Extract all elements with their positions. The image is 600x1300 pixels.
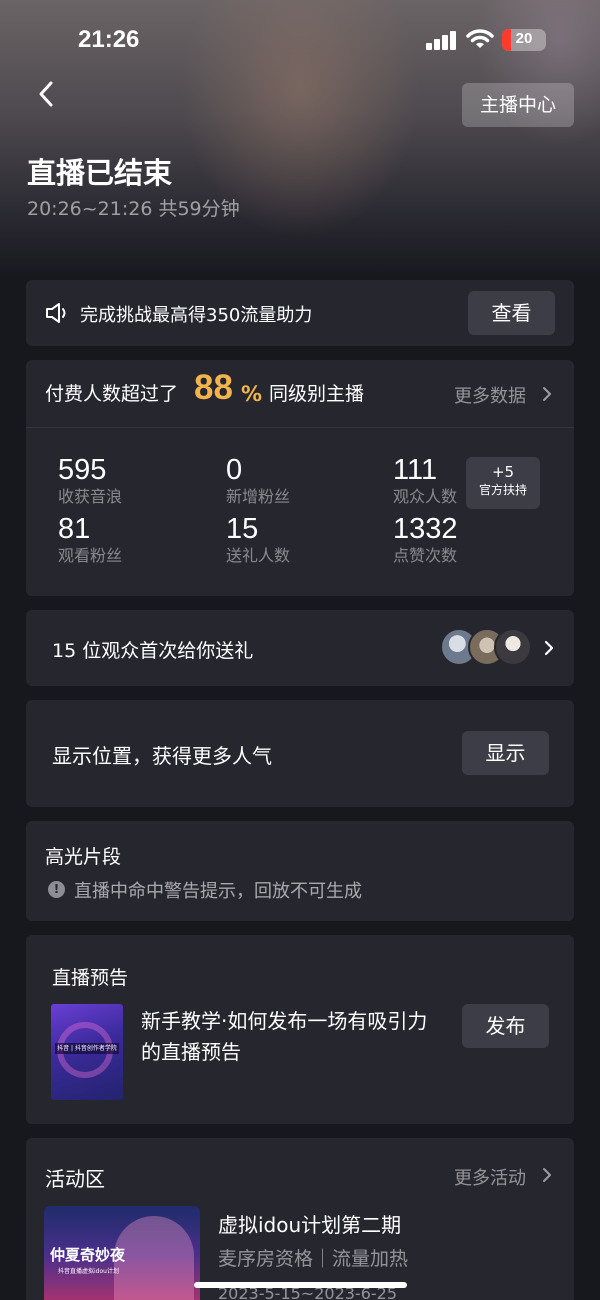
stat-value: 1332 [393, 513, 458, 545]
first-gifters-text: 15 位观众首次给你送礼 [52, 640, 254, 662]
chevron-right-icon[interactable] [542, 640, 556, 656]
stats-rest-text: 同级别主播 [269, 383, 365, 405]
stat-new-fans: 0 新增粉丝 [226, 454, 290, 508]
battery-level: 20 [515, 30, 533, 47]
banner-subtitle: 抖音直播虚拟idou计划 [58, 1268, 119, 1275]
challenge-text: 完成挑战最高得350流量助力 [80, 305, 313, 326]
chevron-right-icon[interactable] [540, 386, 554, 402]
banner-title: 仲夏奇妙夜 [50, 1246, 126, 1264]
publish-button[interactable]: 发布 [462, 1004, 549, 1048]
anchor-center-button[interactable]: 主播中心 [462, 83, 574, 127]
stat-value: 81 [58, 513, 91, 545]
paid-percent-value: 88 [194, 368, 233, 407]
stat-label: 收获音浪 [58, 487, 123, 506]
activity-item-subtitle: 麦序房资格｜流量加热 [218, 1248, 409, 1270]
first-gifters-card[interactable]: 15 位观众首次给你送礼 [26, 610, 574, 686]
stat-likes: 1332 点赞次数 [393, 513, 458, 567]
stat-coins: 595 收获音浪 [58, 454, 122, 508]
more-data-link[interactable]: 更多数据 [454, 382, 526, 408]
chevron-right-icon[interactable] [540, 1167, 554, 1183]
highlights-card: 高光片段 ! 直播中命中警告提示，回放不可生成 [26, 821, 574, 921]
view-challenge-button[interactable]: 查看 [468, 291, 555, 335]
status-time: 21:26 [78, 26, 140, 53]
status-bar: 21:26 20 [0, 0, 600, 80]
home-indicator[interactable] [194, 1282, 407, 1288]
warning-icon: ! [48, 881, 65, 898]
activity-card: 活动区 更多活动 仲夏奇妙夜 抖音直播虚拟idou计划 虚拟idou计划第二期 … [26, 1138, 574, 1300]
stat-fan-viewers: 81 观看粉丝 [58, 513, 122, 567]
stat-label: 点赞次数 [393, 546, 458, 565]
stat-label: 观众人数 [393, 487, 458, 506]
stat-value: 111 [393, 454, 438, 486]
divider [26, 427, 574, 428]
activity-banner[interactable]: 仲夏奇妙夜 抖音直播虚拟idou计划 [44, 1206, 200, 1300]
more-activities-link[interactable]: 更多活动 [454, 1164, 526, 1190]
live-duration: 20:26~21:26 共59分钟 [27, 198, 240, 220]
show-location-text: 显示位置，获得更多人气 [52, 744, 272, 768]
thumbnail-tag: 抖音 | 抖音创作者学院 [55, 1043, 119, 1054]
speaker-icon [46, 303, 66, 323]
boost-label: 官方扶持 [478, 483, 527, 497]
activity-item-title[interactable]: 虚拟idou计划第二期 [218, 1209, 401, 1238]
stat-label: 观看粉丝 [58, 546, 123, 565]
page-title: 直播已结束 [27, 156, 173, 190]
avatar [494, 628, 532, 666]
live-preview-title: 直播预告 [52, 967, 129, 989]
official-boost-badge[interactable]: +5 官方扶持 [466, 457, 540, 509]
boost-plus: +5 [491, 463, 515, 481]
show-location-card: 显示位置，获得更多人气 显示 [26, 700, 574, 807]
preview-tutorial-text[interactable]: 新手教学·如何发布一场有吸引力的直播预告 [141, 1006, 441, 1068]
preview-thumbnail[interactable]: 抖音 | 抖音创作者学院 [51, 1004, 123, 1100]
live-preview-card: 直播预告 抖音 | 抖音创作者学院 新手教学·如何发布一场有吸引力的直播预告 发… [26, 935, 574, 1124]
stat-value: 0 [226, 454, 243, 486]
stat-viewers: 111 观众人数 [393, 454, 457, 508]
activity-title: 活动区 [45, 1167, 105, 1191]
cellular-signal-icon [426, 30, 458, 50]
show-location-button[interactable]: 显示 [462, 731, 549, 775]
stat-value: 595 [58, 454, 107, 486]
highlights-title: 高光片段 [45, 846, 122, 868]
stat-label: 送礼人数 [226, 546, 291, 565]
percent-sign: % [241, 382, 263, 406]
wifi-icon [466, 29, 494, 48]
stats-lead-text: 付费人数超过了 [45, 383, 179, 405]
chevron-left-icon[interactable] [30, 76, 66, 112]
stat-value: 15 [226, 513, 259, 545]
challenge-card: 完成挑战最高得350流量助力 查看 [26, 280, 574, 346]
highlights-warning: 直播中命中警告提示，回放不可生成 [74, 881, 362, 902]
stats-card: 付费人数超过了 88 % 同级别主播 更多数据 595 收获音浪 0 新增粉丝 … [26, 360, 574, 596]
stat-label: 新增粉丝 [226, 487, 291, 506]
stat-gifters: 15 送礼人数 [226, 513, 290, 567]
battery-icon: 20 [502, 29, 546, 51]
